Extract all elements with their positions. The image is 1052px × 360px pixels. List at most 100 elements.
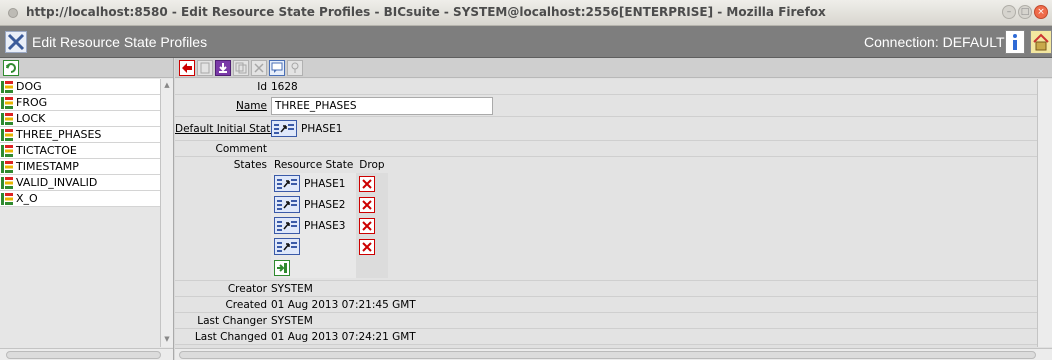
comment-label: Comment xyxy=(215,142,267,155)
created-value: 01 Aug 2013 07:21:45 GMT xyxy=(271,298,416,311)
scroll-down-icon[interactable]: ▼ xyxy=(162,335,172,345)
drop-cell xyxy=(356,236,388,257)
resource-state-icon[interactable] xyxy=(274,217,300,234)
tree-item[interactable]: X_O xyxy=(0,191,160,207)
state-cell xyxy=(271,236,357,257)
tree-item[interactable]: TIMESTAMP xyxy=(0,159,160,175)
name-row: Name xyxy=(175,95,1037,117)
state-row: PHASE3 xyxy=(271,215,388,236)
resource-state-profile-icon xyxy=(0,176,14,190)
resource-state-profile-icon xyxy=(0,192,14,206)
home-icon[interactable] xyxy=(1030,30,1052,54)
save-icon[interactable] xyxy=(215,59,231,76)
window-controls: – □ × xyxy=(1002,5,1048,19)
left-vertical-scrollbar[interactable]: ▲ ▼ xyxy=(160,79,173,347)
scroll-thumb[interactable] xyxy=(6,351,161,359)
resource-state-icon[interactable] xyxy=(274,238,300,255)
last-changed-label: Last Changed xyxy=(194,330,267,343)
comment-icon[interactable] xyxy=(269,59,285,76)
default-initial-state-value: PHASE1 xyxy=(301,122,343,135)
tree-item-label: X_O xyxy=(16,191,38,205)
connection-label: Connection: DEFAULT xyxy=(864,34,1005,50)
id-value: 1628 xyxy=(271,80,298,93)
name-label[interactable]: Name xyxy=(175,100,271,112)
right-panel: Id 1628 Name Default Initial State PHASE… xyxy=(175,58,1052,360)
tree-item[interactable]: DOG xyxy=(0,79,160,95)
resource-state-profile-icon xyxy=(0,144,14,158)
left-horizontal-scrollbar[interactable] xyxy=(0,348,173,360)
back-arrow-icon[interactable] xyxy=(179,59,195,76)
tree-item[interactable]: VALID_INVALID xyxy=(0,175,160,191)
creator-row: Creator SYSTEM xyxy=(175,281,1037,297)
last-changer-value: SYSTEM xyxy=(271,314,313,327)
state-name: PHASE1 xyxy=(304,177,346,190)
close-window-icon[interactable]: × xyxy=(1034,5,1048,19)
scroll-thumb[interactable] xyxy=(179,351,1036,359)
maximize-icon[interactable]: □ xyxy=(1018,5,1032,19)
resource-state-profile-icon xyxy=(0,160,14,174)
last-changer-label: Last Changer xyxy=(197,314,267,327)
default-initial-state-row: Default Initial State PHASE1 xyxy=(175,117,1037,141)
resource-state-icon[interactable] xyxy=(271,120,297,137)
state-row: PHASE2 xyxy=(271,194,388,215)
drop-state-icon[interactable] xyxy=(359,196,376,213)
creator-label: Creator xyxy=(227,282,267,295)
empty-cell xyxy=(356,257,388,278)
last-changed-row: Last Changed 01 Aug 2013 07:24:21 GMT xyxy=(175,329,1037,345)
resource-state-profile-icon xyxy=(0,96,14,110)
tree-item-label: DOG xyxy=(16,79,42,93)
resource-state-profile-icon xyxy=(0,112,14,126)
state-name: PHASE2 xyxy=(304,198,346,211)
drop-cell xyxy=(356,173,388,194)
last-changed-value: 01 Aug 2013 07:24:21 GMT xyxy=(271,330,416,343)
tree-item-label: LOCK xyxy=(16,111,46,125)
tree-item-label: TIMESTAMP xyxy=(16,159,79,173)
resource-state-profile-icon xyxy=(0,80,14,94)
browser-title: http://localhost:8580 - Edit Resource St… xyxy=(26,5,826,19)
browser-titlebar: http://localhost:8580 - Edit Resource St… xyxy=(0,0,1052,26)
tree-item[interactable]: LOCK xyxy=(0,111,160,127)
resource-state-column-header: Resource State xyxy=(271,157,357,173)
tree-item[interactable]: FROG xyxy=(0,95,160,111)
drop-cell xyxy=(356,215,388,236)
minimize-icon[interactable]: – xyxy=(1002,5,1016,19)
copy-icon[interactable] xyxy=(233,59,249,76)
state-row xyxy=(271,236,388,257)
tree-item-label: THREE_PHASES xyxy=(16,127,102,141)
state-cell: PHASE3 xyxy=(271,215,357,236)
info-icon[interactable] xyxy=(1005,30,1025,54)
left-panel: DOG FROG LOCK THREE_PHASES TICTACTOE TIMESTAM… xyxy=(0,58,174,360)
drop-state-icon[interactable] xyxy=(359,175,376,192)
drop-state-icon[interactable] xyxy=(359,238,376,255)
tree-item[interactable]: THREE_PHASES xyxy=(0,127,160,143)
dependency-icon[interactable] xyxy=(287,59,303,76)
right-horizontal-scrollbar[interactable] xyxy=(175,348,1052,360)
resource-state-icon[interactable] xyxy=(274,196,300,213)
new-document-icon[interactable] xyxy=(197,59,213,76)
scroll-up-icon[interactable]: ▲ xyxy=(162,81,172,91)
edit-toolbar xyxy=(175,58,1052,78)
tree-item[interactable]: TICTACTOE xyxy=(0,143,160,159)
last-changer-row: Last Changer SYSTEM xyxy=(175,313,1037,329)
resource-state-profile-icon xyxy=(0,128,14,142)
drop-state-icon[interactable] xyxy=(359,217,376,234)
default-initial-state-label[interactable]: Default Initial State xyxy=(175,123,277,135)
comment-row: Comment xyxy=(175,141,1037,157)
window-menu-icon[interactable] xyxy=(8,8,18,18)
created-row: Created 01 Aug 2013 07:21:45 GMT xyxy=(175,297,1037,313)
states-body: PHASE1 PHASE2 PHASE3 xyxy=(271,173,388,278)
state-cell: PHASE1 xyxy=(271,173,357,194)
right-vertical-scrollbar[interactable] xyxy=(1037,79,1052,347)
page-title: Edit Resource State Profiles xyxy=(32,34,208,50)
app-header: Edit Resource State Profiles Connection:… xyxy=(0,26,1052,58)
state-row: PHASE1 xyxy=(271,173,388,194)
name-input[interactable] xyxy=(271,96,493,115)
tree-item-label: VALID_INVALID xyxy=(16,175,98,189)
id-label: Id xyxy=(257,80,267,93)
drop-cell xyxy=(356,194,388,215)
refresh-icon[interactable] xyxy=(3,60,19,76)
resource-state-icon[interactable] xyxy=(274,175,300,192)
tree-item-label: FROG xyxy=(16,95,48,109)
add-state-icon[interactable] xyxy=(274,259,290,276)
delete-icon[interactable] xyxy=(251,59,267,76)
